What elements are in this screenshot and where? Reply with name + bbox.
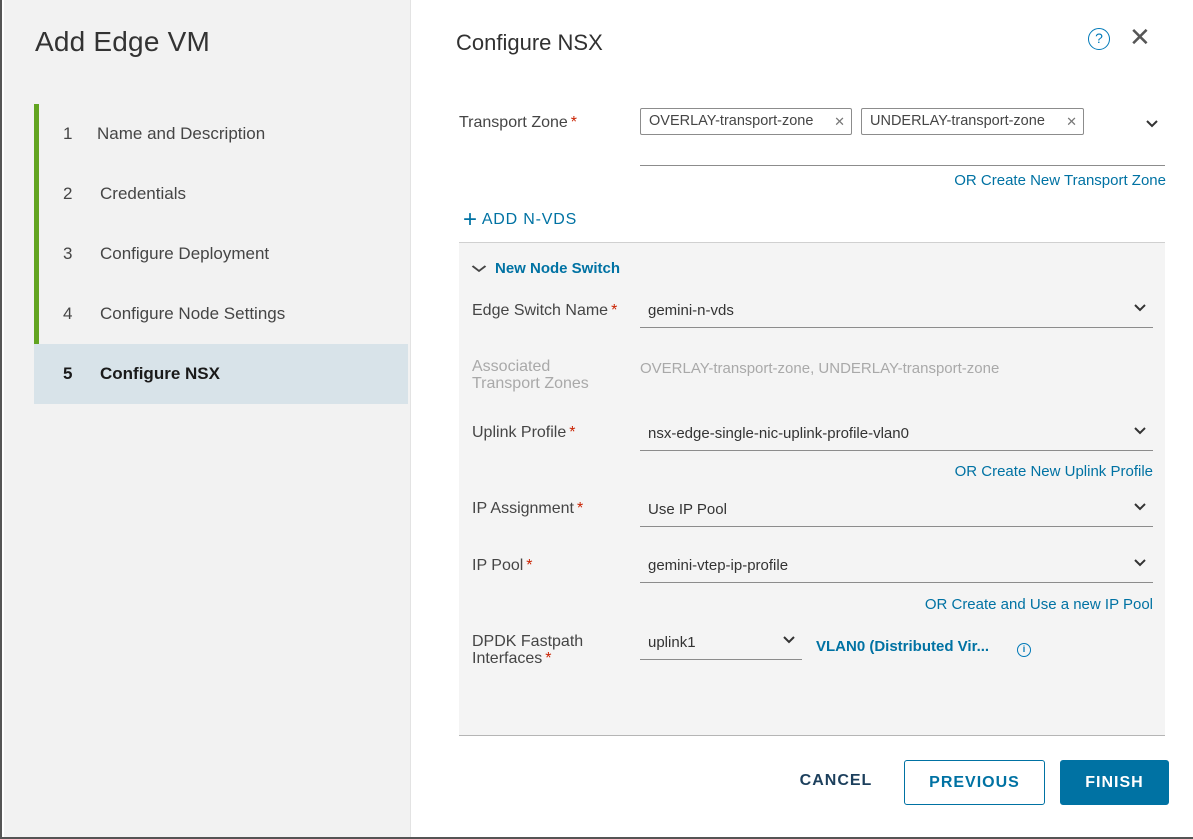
create-uplink-profile-link[interactable]: OR Create New Uplink Profile <box>955 463 1153 480</box>
chevron-down-icon <box>782 632 796 649</box>
label-text: IP Assignment <box>472 500 574 517</box>
edge-switch-name-select[interactable]: gemini-n-vds <box>640 298 1153 328</box>
step-credentials[interactable]: 2 Credentials <box>34 164 408 224</box>
required-mark: * <box>545 650 552 667</box>
select-value: uplink1 <box>648 634 696 651</box>
step-name-and-description[interactable]: 1 Name and Description <box>34 104 408 164</box>
select-value: gemini-n-vds <box>648 302 734 319</box>
previous-button[interactable]: PREVIOUS <box>904 760 1045 805</box>
chevron-down-icon[interactable] <box>1145 116 1159 132</box>
add-nvds-label: ADD N-VDS <box>481 211 578 228</box>
chevron-down-icon <box>1133 423 1147 440</box>
wizard-step-nav: Add Edge VM 1 Name and Description 2 Cre… <box>4 0 411 837</box>
step-number: 5 <box>63 364 73 383</box>
associated-transport-zones-value: OVERLAY-transport-zone, UNDERLAY-transpo… <box>640 360 1000 377</box>
select-value: gemini-vtep-ip-profile <box>648 557 789 574</box>
plus-icon: + <box>463 206 478 233</box>
select-value: Use IP Pool <box>648 501 727 518</box>
step-configure-node-settings[interactable]: 4 Configure Node Settings <box>34 284 408 344</box>
step-configure-nsx[interactable]: 5 Configure NSX <box>34 344 408 404</box>
step-number: 1 <box>63 124 73 143</box>
node-switch-title: New Node Switch <box>495 260 621 277</box>
label-text: Uplink Profile <box>472 424 567 441</box>
close-icon[interactable]: ✕ <box>1129 24 1151 50</box>
step-number: 4 <box>63 304 73 323</box>
label-line: Associated <box>472 358 551 375</box>
step-label: Name and Description <box>97 124 266 143</box>
label-text: IP Pool <box>472 557 524 574</box>
chevron-down-icon <box>471 261 487 276</box>
chevron-down-icon <box>1133 300 1147 317</box>
required-mark: * <box>569 424 576 441</box>
required-mark: * <box>611 302 618 319</box>
edge-switch-name-label: Edge Switch Name * <box>472 302 617 320</box>
transport-zone-chip: OVERLAY-transport-zone ✕ <box>640 108 852 135</box>
step-configure-deployment[interactable]: 3 Configure Deployment <box>34 224 408 284</box>
uplink-profile-select[interactable]: nsx-edge-single-nic-uplink-profile-vlan0 <box>640 421 1153 451</box>
required-mark: * <box>576 500 584 517</box>
transport-zone-label: Transport Zone * <box>459 114 577 132</box>
step-number: 2 <box>63 184 73 203</box>
transport-zone-multiselect[interactable]: OVERLAY-transport-zone ✕ UNDERLAY-transp… <box>640 104 1165 166</box>
info-icon[interactable]: i <box>1017 643 1031 657</box>
label-text: Edge Switch Name <box>472 302 609 319</box>
wizard-dialog: Add Edge VM 1 Name and Description 2 Cre… <box>0 0 1193 839</box>
step-number: 3 <box>63 244 73 263</box>
dpdk-interface-mapping: VLAN0 (Distributed Vir... <box>816 638 990 655</box>
ip-pool-select[interactable]: gemini-vtep-ip-profile <box>640 553 1153 583</box>
step-content: Configure NSX ? ✕ Transport Zone * OVERLA… <box>411 0 1193 837</box>
chevron-down-icon <box>1133 499 1147 516</box>
associated-transport-zones-label: Associated Transport Zones <box>472 358 589 392</box>
chip-remove-icon[interactable]: ✕ <box>1066 109 1077 134</box>
create-ip-pool-link[interactable]: OR Create and Use a new IP Pool <box>925 596 1153 613</box>
page-title: Configure NSX <box>456 30 603 55</box>
finish-button[interactable]: FINISH <box>1060 760 1169 805</box>
transport-zone-chip: UNDERLAY-transport-zone ✕ <box>861 108 1084 135</box>
add-nvds-button[interactable]: + ADD N-VDS <box>463 206 577 234</box>
node-switch-header[interactable]: New Node Switch <box>471 260 621 277</box>
help-icon[interactable]: ? <box>1088 28 1110 50</box>
step-label: Configure Node Settings <box>100 304 286 323</box>
chip-remove-icon[interactable]: ✕ <box>834 109 845 134</box>
ip-assignment-select[interactable]: Use IP Pool <box>640 497 1153 527</box>
step-label: Credentials <box>100 184 186 203</box>
chip-label: UNDERLAY-transport-zone <box>870 113 1045 129</box>
required-mark: * <box>526 557 533 574</box>
uplink-profile-label: Uplink Profile * <box>472 424 576 442</box>
required-mark: * <box>570 114 578 131</box>
label-line: Interfaces * <box>472 650 583 667</box>
step-label: Configure Deployment <box>100 244 270 263</box>
ip-pool-label: IP Pool * <box>472 557 533 575</box>
chevron-down-icon <box>1133 555 1147 572</box>
select-value: nsx-edge-single-nic-uplink-profile-vlan0 <box>648 425 909 442</box>
step-list: 1 Name and Description 2 Credentials 3 C… <box>34 104 408 404</box>
label-text: Transport Zone <box>459 114 568 131</box>
label-text: Interfaces <box>472 650 543 667</box>
chip-label: OVERLAY-transport-zone <box>649 113 814 129</box>
dpdk-fastpath-interfaces-label: DPDK Fastpath Interfaces * <box>472 633 583 667</box>
label-line: Transport Zones <box>472 375 589 392</box>
wizard-title: Add Edge VM <box>35 26 210 57</box>
cancel-button[interactable]: CANCEL <box>781 759 891 804</box>
step-label: Configure NSX <box>100 364 220 383</box>
dpdk-uplink-select[interactable]: uplink1 <box>640 630 802 660</box>
label-line: DPDK Fastpath <box>472 633 584 650</box>
create-transport-zone-link[interactable]: OR Create New Transport Zone <box>954 172 1166 189</box>
ip-assignment-label: IP Assignment * <box>472 500 583 518</box>
